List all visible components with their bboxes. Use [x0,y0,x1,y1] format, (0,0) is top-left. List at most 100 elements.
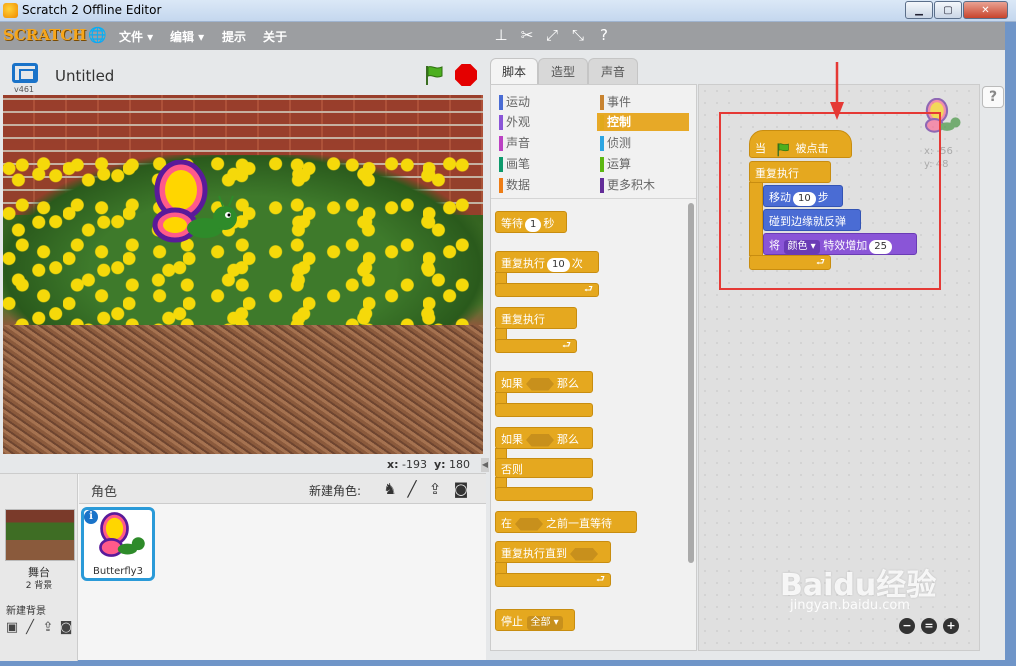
upload-sprite-icon[interactable]: ⇪ [425,479,445,499]
category-data[interactable]: 数据 [496,176,588,194]
category-events[interactable]: 事件 [597,93,689,111]
sprites-pane: 舞台 2 背景 新建背景 ▣ ╱ ⇪ ◙ 角色 新建角色: ♞ ╱ ⇪ ◙ i … [0,473,486,661]
green-flag-icon[interactable] [423,64,445,86]
stop-sign-icon[interactable] [455,64,477,86]
duplicate-stamp-icon[interactable]: ⊥ [492,26,510,44]
camera-backdrop-icon[interactable]: ◙ [58,620,74,636]
block-help-icon[interactable]: ? [595,26,613,44]
presentation-mode-button[interactable] [12,63,38,83]
stage-header: v461 Untitled [0,55,485,95]
camera-sprite-icon[interactable]: ◙ [451,479,471,499]
block-waituntil-condition-slot[interactable] [515,517,543,531]
block-forever[interactable]: 重复执行 [495,307,577,329]
sprite-name: Butterfly3 [93,566,143,577]
block-repeatuntil-bottom: ⮐ [495,573,611,587]
language-globe-icon[interactable]: 🌐 [88,27,107,44]
window-right-border [1005,22,1016,666]
block-wait-label: 等待 [501,217,523,230]
annotation-highlight-box [719,112,941,290]
title-bar: Scratch 2 Offline Editor ▁ ▢ ✕ [0,0,1016,22]
project-title[interactable]: Untitled [55,67,114,85]
zoom-in-icon[interactable]: + [943,618,959,634]
close-button[interactable]: ✕ [963,1,1008,19]
block-forever-bottom: ⮐ [495,339,577,353]
block-if-else[interactable]: 如果 那么 [495,427,593,449]
menu-tips[interactable]: 提示 [222,28,246,45]
block-repeatuntil-condition-slot[interactable] [570,547,598,561]
tab-sounds[interactable]: 声音 [588,58,638,85]
stage-backdrop-flowers [3,155,483,345]
tab-costumes[interactable]: 造型 [538,58,588,85]
stage-column: 舞台 2 背景 新建背景 ▣ ╱ ⇪ ◙ [0,474,78,661]
minimize-button[interactable]: ▁ [905,1,933,19]
new-sprite-label: 新建角色: [309,484,362,498]
block-forever-label: 重复执行 [501,313,545,326]
baidu-watermark-url: jingyan.baidu.com [790,598,910,613]
stage-thumbnail[interactable] [5,509,75,561]
category-motion[interactable]: 运动 [496,93,588,111]
block-wait-input[interactable]: 1 [525,218,542,232]
category-pen[interactable]: 画笔 [496,155,588,173]
upload-backdrop-icon[interactable]: ⇪ [40,620,56,636]
block-wait-unit: 秒 [543,217,555,230]
butterfly-sprite[interactable] [143,160,243,255]
block-wait-until[interactable]: 在 之前一直等待 [495,511,637,533]
block-waituntil-label: 在 [501,517,512,530]
delete-scissors-icon[interactable]: ✂ [518,26,536,44]
block-stop-dropdown-value: 全部 [530,617,551,628]
block-palette: 运动 外观 声音 画笔 数据 事件 控制 侦测 运算 更多积木 等待 1 秒 重复执… [490,84,697,651]
shrink-icon[interactable]: ⤡ [569,26,587,44]
tab-scripts[interactable]: 脚本 [490,58,538,86]
sprite-library-icon[interactable]: ♞ [380,479,400,499]
menu-about[interactable]: 关于 [263,28,287,45]
loop-arrow-icon: ⮐ [596,574,605,585]
menu-edit[interactable]: 编辑 ▾ [170,28,204,45]
block-stop[interactable]: 停止 全部 ▾ [495,609,575,631]
block-if-then-label: 那么 [557,377,579,390]
category-operators[interactable]: 运算 [597,155,689,173]
loop-arrow-icon: ⮐ [562,340,571,351]
sprite-card-butterfly3[interactable]: i Butterfly3 [81,507,155,581]
menu-file[interactable]: 文件 ▾ [119,28,153,45]
stage-collapse-arrow-icon[interactable]: ◀ [481,458,489,472]
block-if-condition-slot[interactable] [526,377,554,391]
category-sound[interactable]: 声音 [496,134,588,152]
loop-arrow-icon: ⮐ [584,284,593,295]
block-if-bottom [495,403,593,417]
new-backdrop-label: 新建背景 [6,606,46,617]
grow-icon[interactable]: ⤢ [543,26,561,44]
editor-tabs: 脚本 造型 声音 [487,55,697,86]
backdrop-library-icon[interactable]: ▣ [4,620,20,636]
palette-scrollbar[interactable] [688,203,694,563]
version-label: v461 [14,85,35,94]
scratch-logo[interactable]: SCRATCH [3,26,86,46]
category-sensing[interactable]: 侦测 [597,134,689,152]
category-control[interactable]: 控制 [597,113,689,131]
block-if-label: 如果 [501,377,523,390]
zoom-reset-icon[interactable]: = [921,618,937,634]
maximize-button[interactable]: ▢ [934,1,962,19]
block-repeat-input[interactable]: 10 [547,258,570,272]
help-button[interactable]: ? [982,86,1004,108]
block-repeat[interactable]: 重复执行 10 次 [495,251,599,273]
block-ifelse-bottom [495,487,593,501]
zoom-out-icon[interactable]: − [899,618,915,634]
stage-canvas[interactable] [3,95,483,454]
paint-sprite-icon[interactable]: ╱ [402,479,422,499]
paint-backdrop-icon[interactable]: ╱ [22,620,38,636]
block-repeat-bottom: ⮐ [495,283,599,297]
category-looks[interactable]: 外观 [496,113,588,131]
block-ifelse-condition-slot[interactable] [526,433,554,447]
category-more-blocks[interactable]: 更多积木 [597,176,689,194]
stage-backdrop-mulch [3,325,483,454]
block-repeat-until[interactable]: 重复执行直到 [495,541,611,563]
mouse-x-value: -193 [402,458,427,471]
mouse-y-value: 180 [449,458,471,471]
block-repeat-unit: 次 [571,257,583,270]
block-stop-dropdown[interactable]: 全部 ▾ [526,616,563,630]
butterfly-thumbnail [99,512,145,557]
block-repeat-label: 重复执行 [501,257,545,270]
block-wait[interactable]: 等待 1 秒 [495,211,567,233]
palette-divider [491,198,696,199]
block-if[interactable]: 如果 那么 [495,371,593,393]
